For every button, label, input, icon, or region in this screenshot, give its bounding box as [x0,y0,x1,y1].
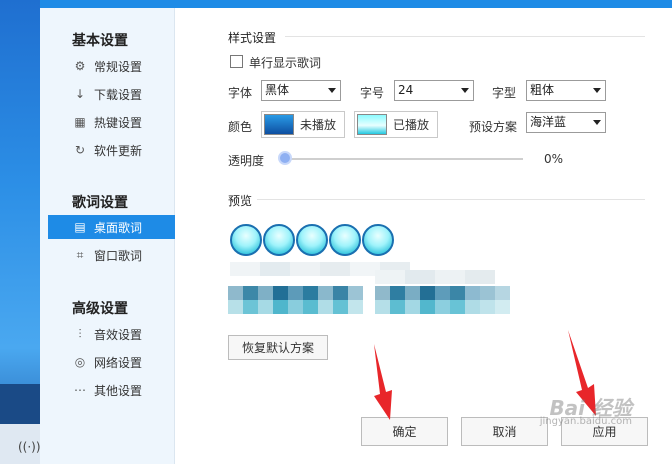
sidebar-item-equalizer[interactable]: ⫶ 音效设置 [48,322,175,346]
unplayed-color-swatch [264,114,294,135]
opacity-slider-thumb[interactable] [278,151,292,165]
played-color-swatch [357,114,387,135]
size-label: 字号 [360,86,385,100]
sidebar-item-label: 音效设置 [94,327,143,342]
chevron-down-icon [593,120,601,125]
reset-default-button[interactable]: 恢复默认方案 [228,335,328,360]
opacity-slider-track[interactable] [285,158,523,160]
unplayed-color-label: 未播放 [300,118,337,132]
played-color-label: 已播放 [393,118,430,132]
opacity-value: 0% [544,152,564,166]
taskbar [0,384,40,424]
sidebar-item-keyboard[interactable]: ▦ 热键设置 [48,110,175,134]
opacity-label: 透明度 [228,154,265,168]
color-label: 颜色 [228,120,253,134]
refresh-icon: ↻ [74,143,86,157]
single-line-checkbox[interactable] [230,55,243,68]
section-divider [285,36,645,37]
sidebar-item-refresh[interactable]: ↻ 软件更新 [48,138,175,162]
settings-sidebar: 基本设置 ⚙ 常规设置 ↓ 下载设置 ▦ 热键设置 ↻ 软件更新 歌词设置 ▤ 桌面歌词 ⌗ 窗口歌… [40,8,175,464]
single-line-label: 单行显示歌词 [249,56,322,70]
sidebar-item-label: 下载设置 [94,87,143,102]
weight-select-value: 粗体 [530,83,555,97]
played-color-button[interactable]: 已播放 [354,111,438,138]
download-icon: ↓ [74,87,86,101]
sidebar-item-desktop-lyrics[interactable]: ▤ 桌面歌词 [48,215,175,239]
section-divider [257,199,645,200]
network-icon: ◎ [74,355,86,369]
preview-blur [375,300,510,314]
sidebar-item-label: 桌面歌词 [94,220,143,235]
annotation-arrow-shape [374,344,392,420]
size-select-value: 24 [398,83,414,97]
sidebar-item-label: 常规设置 [94,59,143,74]
annotation-arrow [374,344,392,420]
network-tray-icon[interactable]: ((·)) [18,440,41,454]
keyboard-icon: ▦ [74,115,86,129]
chevron-down-icon [461,88,469,93]
section-title-preview: 预览 [228,194,253,208]
preset-select-value: 海洋蓝 [530,115,567,129]
preview-blur [375,286,510,300]
more-icon: ⋯ [74,383,86,397]
preview-bubble [296,224,328,256]
chevron-down-icon [328,88,336,93]
font-select-value: 黑体 [265,83,290,97]
group-title-lyrics: 歌词设置 [72,195,128,211]
equalizer-icon: ⫶ [78,326,82,341]
preview-bubble [329,224,361,256]
chevron-down-icon [593,88,601,93]
gear-icon: ⚙ [74,59,86,73]
sidebar-item-label: 窗口歌词 [94,248,143,263]
preview-bubble [263,224,295,256]
desktop-background [0,0,40,464]
sidebar-item-label: 软件更新 [94,143,143,158]
font-label: 字体 [228,86,253,100]
sidebar-item-label: 热键设置 [94,115,143,130]
sidebar-item-window-lyrics[interactable]: ⌗ 窗口歌词 [48,243,175,267]
preview-bubble [230,224,262,256]
window-title-bar [40,0,672,8]
sidebar-item-more[interactable]: ⋯ 其他设置 [48,378,175,402]
preset-label: 预设方案 [469,120,518,134]
weight-select[interactable]: 粗体 [526,80,606,101]
sidebar-item-label: 网络设置 [94,355,143,370]
size-select[interactable]: 24 [394,80,474,101]
group-title-basic: 基本设置 [72,33,128,49]
preset-select[interactable]: 海洋蓝 [526,112,606,133]
window-lyrics-icon: ⌗ [76,247,84,262]
sidebar-item-label: 其他设置 [94,383,143,398]
unplayed-color-button[interactable]: 未播放 [261,111,345,138]
section-title-style: 样式设置 [228,31,277,45]
desktop-lyrics-icon: ▤ [74,220,86,234]
weight-label: 字型 [492,86,517,100]
watermark-url: jingyan.baidu.com [539,416,632,427]
preview-blur [228,300,363,314]
sidebar-item-gear[interactable]: ⚙ 常规设置 [48,54,175,78]
cancel-button[interactable]: 取消 [461,417,548,446]
font-select[interactable]: 黑体 [261,80,341,101]
sidebar-item-network[interactable]: ◎ 网络设置 [48,350,175,374]
group-title-advanced: 高级设置 [72,301,128,317]
sidebar-item-download[interactable]: ↓ 下载设置 [48,82,175,106]
preview-blur [375,270,495,284]
preview-bubble [362,224,394,256]
preview-blur [228,286,363,300]
